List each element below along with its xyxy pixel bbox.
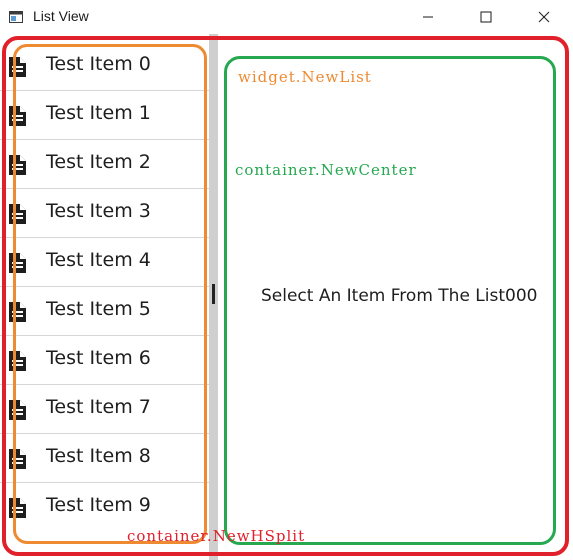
hsplit-annotation-label: container.NewHSplit bbox=[127, 527, 306, 545]
document-icon bbox=[9, 498, 26, 518]
document-icon bbox=[9, 302, 26, 322]
list-item[interactable]: Test Item 8 bbox=[0, 435, 209, 483]
list-item-label: Test Item 4 bbox=[46, 249, 151, 271]
list-item-label: Test Item 5 bbox=[46, 298, 151, 320]
list-item-label: Test Item 8 bbox=[46, 445, 151, 467]
list-annotation-label: widget.NewList bbox=[238, 68, 372, 86]
document-icon bbox=[9, 351, 26, 371]
hsplit-container: Test Item 0 Test Item 1 Test Item 2 Test… bbox=[0, 34, 573, 560]
document-icon bbox=[9, 253, 26, 273]
list-item[interactable]: Test Item 3 bbox=[0, 190, 209, 238]
list-item-label: Test Item 0 bbox=[46, 53, 151, 75]
document-icon bbox=[9, 204, 26, 224]
list-item-label: Test Item 9 bbox=[46, 494, 151, 516]
list-item[interactable]: Test Item 4 bbox=[0, 239, 209, 287]
list-item[interactable]: Test Item 5 bbox=[0, 288, 209, 336]
document-icon bbox=[9, 449, 26, 469]
document-icon bbox=[9, 57, 26, 77]
title-bar[interactable]: List View bbox=[0, 0, 573, 34]
list-item-label: Test Item 7 bbox=[46, 396, 151, 418]
list-item[interactable]: Test Item 1 bbox=[0, 92, 209, 140]
maximize-button[interactable] bbox=[458, 0, 514, 34]
center-annotation-label: container.NewCenter bbox=[235, 161, 417, 179]
item-list: Test Item 0 Test Item 1 Test Item 2 Test… bbox=[0, 34, 209, 560]
list-item-label: Test Item 1 bbox=[46, 102, 151, 124]
center-message: Select An Item From The List000 bbox=[261, 286, 538, 306]
list-view-window: List View Test Item 0 Test Item 1 Test I… bbox=[0, 0, 573, 560]
document-icon bbox=[9, 106, 26, 126]
close-button[interactable] bbox=[516, 0, 572, 34]
center-container: Select An Item From The List000 bbox=[218, 34, 573, 560]
minimize-button[interactable] bbox=[400, 0, 456, 34]
list-item[interactable]: Test Item 7 bbox=[0, 386, 209, 434]
document-icon bbox=[9, 155, 26, 175]
list-item[interactable]: Test Item 2 bbox=[0, 141, 209, 189]
split-handle[interactable] bbox=[212, 284, 215, 304]
list-item[interactable]: Test Item 0 bbox=[0, 43, 209, 91]
minimize-icon bbox=[423, 16, 433, 18]
close-icon bbox=[538, 11, 550, 23]
list-item[interactable]: Test Item 9 bbox=[0, 484, 209, 532]
window-title: List View bbox=[33, 8, 89, 24]
maximize-icon bbox=[480, 11, 492, 23]
list-item[interactable]: Test Item 6 bbox=[0, 337, 209, 385]
split-divider[interactable] bbox=[209, 34, 218, 560]
list-item-label: Test Item 3 bbox=[46, 200, 151, 222]
document-icon bbox=[9, 400, 26, 420]
app-window-icon bbox=[9, 11, 23, 23]
list-item-label: Test Item 6 bbox=[46, 347, 151, 369]
list-item-label: Test Item 2 bbox=[46, 151, 151, 173]
